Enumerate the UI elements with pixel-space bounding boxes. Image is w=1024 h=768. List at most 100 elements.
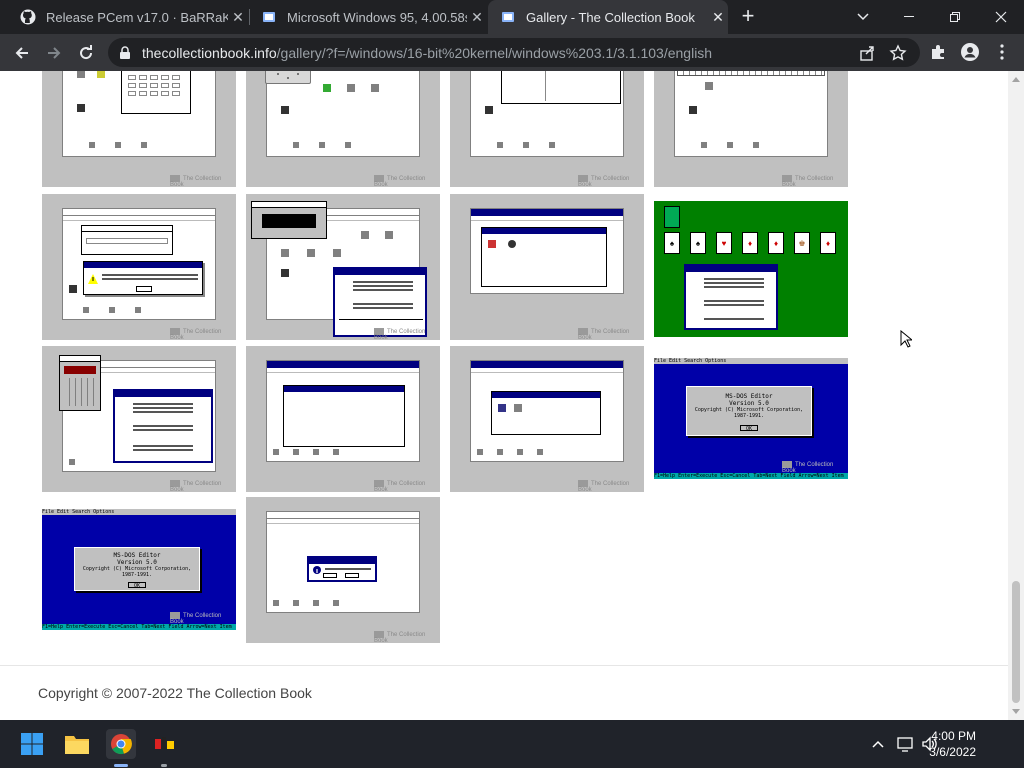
mouse-cursor-icon — [900, 330, 912, 348]
dialog-text — [325, 568, 371, 570]
group-icon — [333, 600, 339, 606]
group-icon — [333, 449, 339, 455]
gallery-thumbnail[interactable]: The Collection Book — [246, 71, 440, 187]
program-icon — [69, 285, 77, 293]
menu-kebab-icon[interactable] — [992, 42, 1012, 62]
file-explorer-icon[interactable] — [63, 730, 91, 758]
gallery-thumbnail[interactable]: File Edit Search Options MS-DOS Editor V… — [654, 358, 848, 479]
book-icon — [502, 12, 514, 22]
scroll-up-icon[interactable] — [1012, 77, 1020, 82]
url-path: /gallery/?f=/windows/16-bit%20kernel/win… — [276, 44, 713, 61]
lock-icon[interactable] — [118, 45, 132, 60]
program-icon — [323, 84, 331, 92]
group-icon — [345, 142, 351, 148]
card: ♦ — [768, 232, 784, 254]
book-icon — [374, 631, 384, 638]
watermark: The Collection Book — [782, 175, 842, 187]
gallery-thumbnail[interactable]: The Collection Book — [246, 194, 440, 340]
restore-icon[interactable] — [932, 0, 978, 34]
watermark: The Collection Book — [578, 328, 638, 340]
tray-overflow-icon[interactable] — [866, 730, 890, 758]
screenshot-preview — [59, 355, 216, 472]
gallery-thumbnail[interactable]: File Edit Search Options MS-DOS Editor V… — [42, 509, 236, 630]
group-icon — [753, 142, 759, 148]
screenshot-preview — [470, 71, 624, 157]
tab-gallery[interactable]: Gallery - The Collection Book ✕ — [488, 0, 728, 34]
footer-copyright: Copyright © 2007-2022 The Collection Boo… — [38, 685, 312, 701]
gallery-thumbnail[interactable]: The Collection Book — [42, 194, 236, 340]
gallery-thumbnail[interactable]: The Collection Book — [42, 71, 236, 187]
dos-copyright: Copyright (C) Microsoft Corporation, 198… — [82, 566, 192, 578]
tab-search-icon[interactable] — [840, 0, 886, 34]
pcem-app-icon[interactable] — [150, 730, 178, 758]
gallery-thumbnail[interactable]: ♠ ♠ ♥ ♦ ♦ ♚ ♦ — [654, 194, 848, 337]
book-icon — [578, 175, 588, 182]
file-manager-window — [501, 71, 621, 104]
reload-icon[interactable] — [73, 40, 99, 66]
screenshot-preview — [265, 71, 420, 157]
group-icon — [109, 307, 115, 313]
gallery-thumbnail[interactable]: The Collection Book — [450, 346, 644, 492]
address-bar[interactable]: thecollectionbook.info/gallery/?f=/windo… — [108, 38, 920, 67]
share-icon[interactable] — [858, 44, 876, 62]
applications-group-window — [491, 391, 601, 435]
gallery-thumbnail[interactable]: The Collection Book — [450, 71, 644, 187]
tab-windows95[interactable]: Microsoft Windows 95, 4.00.58s - ✕ — [249, 0, 487, 34]
gallery-thumbnail[interactable]: The Collection Book — [450, 194, 644, 340]
minimize-icon[interactable] — [886, 0, 932, 34]
warning-icon — [88, 274, 98, 284]
screenshot-preview — [470, 360, 624, 462]
exit-windows-dialog — [307, 556, 377, 582]
tab-close-icon[interactable]: ✕ — [228, 9, 248, 26]
gallery-thumbnail[interactable]: The Collection Book — [654, 71, 848, 187]
bookmark-star-icon[interactable] — [889, 44, 907, 62]
chrome-icon[interactable] — [106, 729, 136, 759]
tab-pcem-release[interactable]: Release PCem v17.0 · BaRRaKudaRa ✕ — [8, 0, 248, 34]
watermark: The Collection Book — [374, 480, 434, 492]
book-icon — [578, 480, 588, 487]
card-deck — [664, 206, 680, 228]
dialog-text — [133, 403, 193, 405]
program-icon — [689, 106, 697, 114]
waveform-display — [262, 214, 316, 228]
scroll-down-icon[interactable] — [1012, 709, 1020, 714]
program-icon — [333, 249, 341, 257]
program-icon — [488, 240, 496, 248]
active-app-indicator — [114, 764, 128, 767]
dos-title: MS-DOS Editor — [725, 393, 773, 400]
book-icon — [263, 12, 275, 22]
page-scrollbar[interactable] — [1008, 71, 1024, 720]
mine-field — [64, 378, 96, 406]
gallery-thumbnail[interactable]: The Collection Book — [246, 497, 440, 643]
tab-close-icon[interactable]: ✕ — [467, 9, 487, 26]
dos-ok-button: OK — [128, 582, 146, 589]
about-dialog — [333, 267, 427, 337]
dos-ok-button: OK — [740, 425, 758, 432]
network-icon[interactable] — [894, 730, 918, 758]
program-icon — [281, 106, 289, 114]
profile-icon[interactable] — [960, 42, 980, 62]
clock-face-icon — [277, 73, 299, 79]
program-icon — [361, 231, 369, 239]
footer-divider — [0, 665, 1008, 666]
group-icon — [319, 142, 325, 148]
clock-time: 4:00 PM — [931, 729, 976, 743]
start-windows-icon[interactable] — [18, 730, 46, 758]
gallery-thumbnail[interactable]: The Collection Book — [246, 346, 440, 492]
new-tab-button[interactable]: + — [736, 5, 760, 29]
book-icon — [170, 612, 180, 619]
extensions-icon[interactable] — [928, 42, 948, 62]
scroll-thumb[interactable] — [1012, 581, 1020, 703]
group-icon — [69, 459, 75, 465]
group-icon — [497, 449, 503, 455]
forward-icon[interactable] — [41, 40, 67, 66]
menubar — [471, 216, 623, 221]
close-window-icon[interactable] — [978, 0, 1024, 34]
gallery-thumbnail[interactable]: The Collection Book — [42, 346, 236, 492]
tab-close-icon[interactable]: ✕ — [708, 9, 728, 26]
titlebar — [267, 361, 419, 368]
dos-menubar: File Edit Search Options — [42, 509, 236, 515]
watermark: The Collection Book — [782, 461, 842, 474]
back-icon[interactable] — [9, 40, 35, 66]
system-clock[interactable]: 4:00 PM 3/6/2022 — [929, 728, 976, 760]
